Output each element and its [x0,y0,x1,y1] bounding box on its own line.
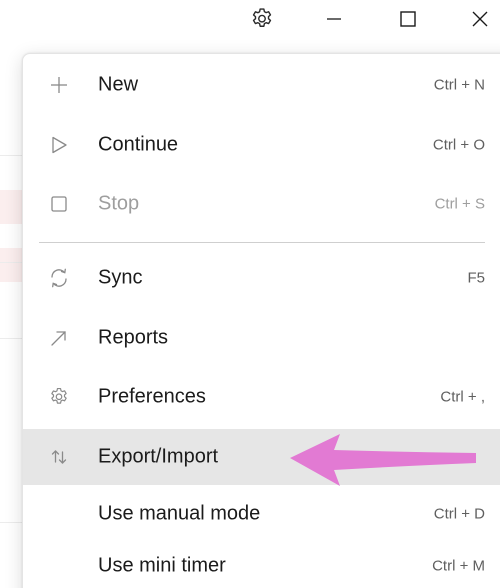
menu-item-stop[interactable]: Stop Ctrl + S [23,176,500,232]
background-divider [0,522,22,523]
menu-item-label: Stop [98,192,140,215]
play-icon [46,132,72,158]
gear-icon [252,8,272,27]
maximize-button[interactable] [388,2,428,36]
menu-item-reports[interactable]: Reports [23,310,500,366]
menu-item-label: Export/Import [98,445,219,468]
arrow-up-right-icon [46,325,72,351]
menu-item-shortcut: Ctrl + O [432,136,485,154]
gear-icon [46,384,72,410]
menu-item-export-import[interactable]: Export/Import [23,429,500,485]
background-divider [0,262,22,263]
menu-item-shortcut: Ctrl + D [433,505,485,523]
menu-item-label: Reports [98,326,169,349]
menu-item-mini-timer[interactable]: Use mini timer Ctrl + M [23,538,500,588]
sync-icon [46,265,72,291]
background-tint [0,190,22,224]
menu-separator [39,242,485,243]
close-button[interactable] [460,2,500,36]
menu-item-sync[interactable]: Sync F5 [23,250,500,306]
menu-item-shortcut: Ctrl + S [434,195,485,213]
menu-item-shortcut: Ctrl + , [440,388,485,406]
background-divider [0,155,22,156]
close-icon [472,11,488,27]
menu-item-shortcut: F5 [467,269,485,287]
menu-item-preferences[interactable]: Preferences Ctrl + , [23,369,500,425]
menu-item-shortcut: Ctrl + M [432,557,485,575]
stop-icon [46,191,72,217]
app-menu: New Ctrl + N Continue Ctrl + O Stop Ctrl… [22,53,500,588]
menu-item-label: New [98,73,139,96]
export-import-icon [46,444,72,470]
background-tint [0,248,22,282]
menu-item-new[interactable]: New Ctrl + N [23,57,500,113]
menu-item-label: Use manual mode [98,502,261,525]
background-divider [0,338,22,339]
minimize-button[interactable] [314,2,354,36]
menu-item-manual-mode[interactable]: Use manual mode Ctrl + D [23,486,500,542]
minimize-icon [327,18,341,20]
plus-icon [46,72,72,98]
menu-item-label: Use mini timer [98,554,226,577]
menu-item-label: Continue [98,133,179,156]
menu-item-continue[interactable]: Continue Ctrl + O [23,117,500,173]
menu-item-label: Preferences [98,385,206,408]
title-bar [0,0,500,38]
menu-item-label: Sync [98,266,143,289]
settings-button[interactable] [242,2,282,36]
menu-item-shortcut: Ctrl + N [433,76,485,94]
maximize-icon [400,11,416,27]
